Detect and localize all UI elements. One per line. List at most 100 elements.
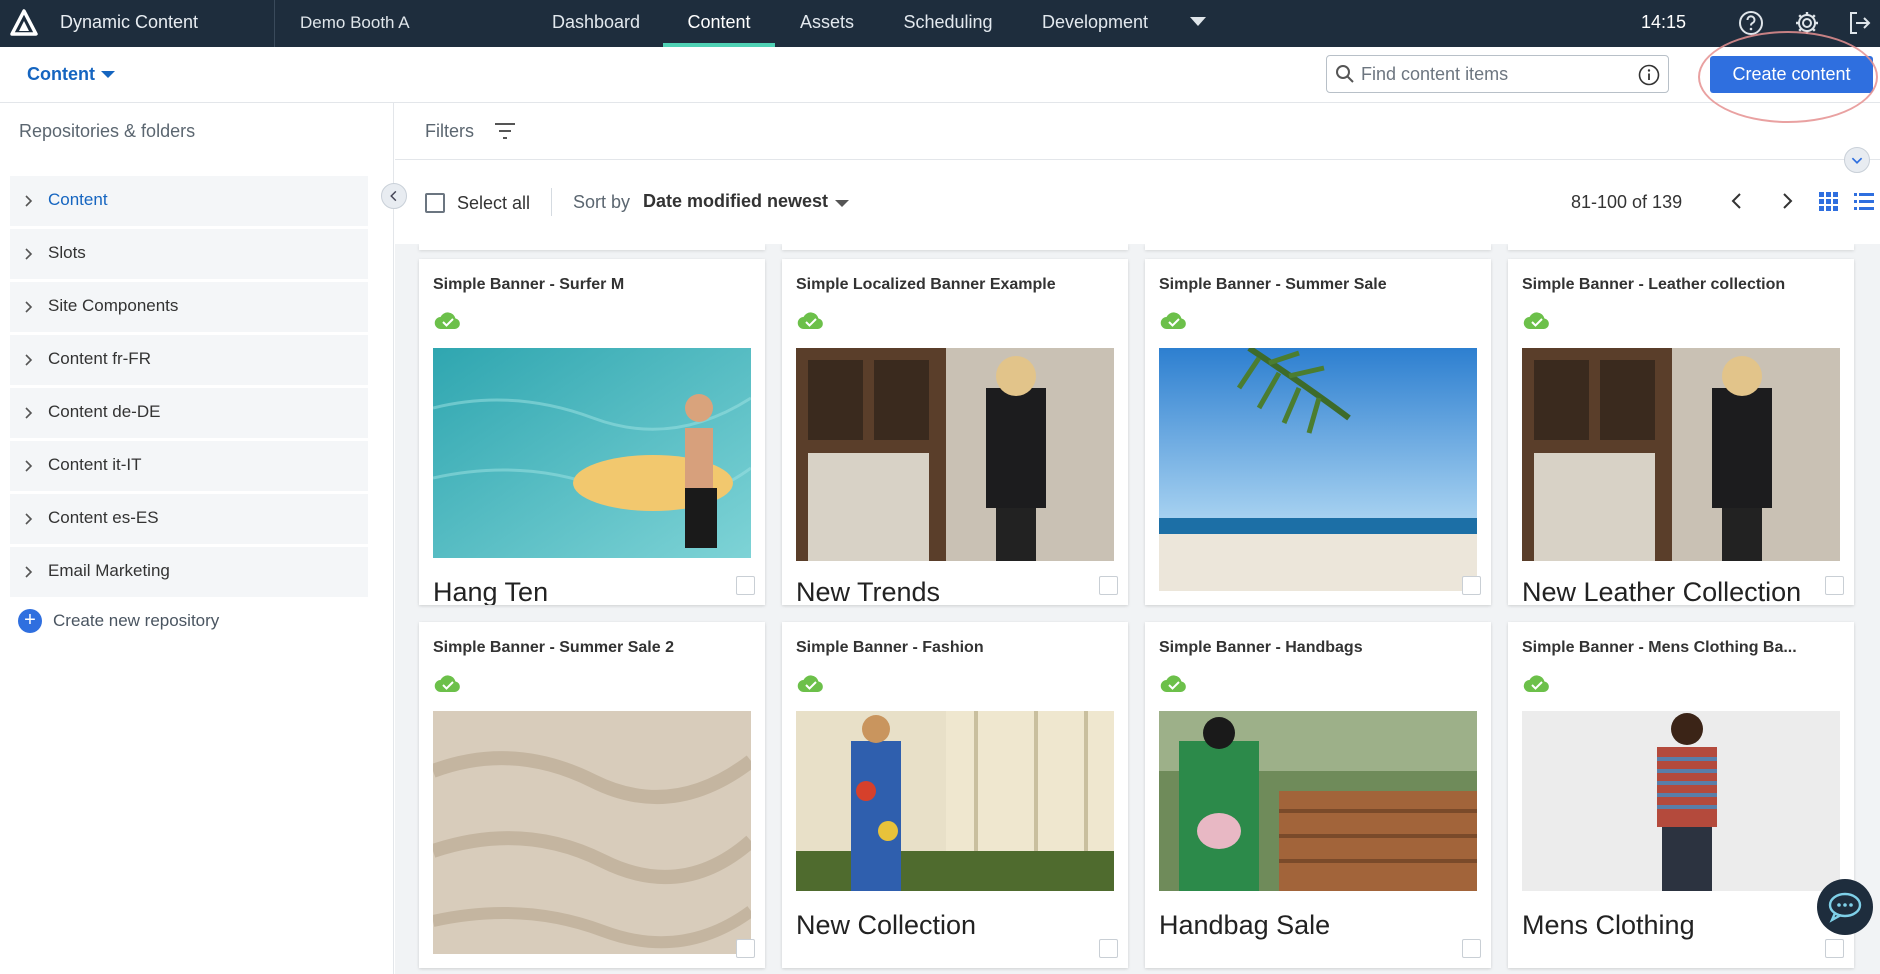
card-caption: Mens Clothing [1522,910,1695,940]
sidebar-item-label: Site Components [48,296,179,315]
content-card[interactable]: Simple Localized Banner Example New Tren… [782,259,1128,605]
info-icon[interactable] [1638,64,1660,86]
sort-dropdown[interactable]: Date modified newest [643,191,828,212]
published-cloud-icon [434,312,460,330]
card-title: Simple Banner - Leather collection [1522,276,1786,293]
card-select-checkbox[interactable] [1099,939,1118,958]
plus-icon: + [18,609,42,633]
card-caption: Hang Ten [433,577,549,605]
pagination-count: 81-100 of 139 [1571,192,1683,212]
sidebar-item-content-fr-fr[interactable]: Content fr-FR [10,335,368,385]
published-cloud-icon [434,675,460,693]
content-card[interactable]: Simple Banner - Summer Sale [1145,259,1491,605]
grid-view-icon[interactable] [1818,191,1838,211]
content-header-bar: Content Find content items Create conten… [0,47,1880,103]
card-caption: New Leather Collection [1522,577,1802,605]
tab-assets[interactable]: Assets [800,0,854,47]
sidebar-item-content[interactable]: Content [10,176,368,226]
nav-more-dropdown[interactable] [1190,17,1206,26]
chevron-right-icon [25,407,33,419]
chevron-right-icon [25,460,33,472]
sidebar-item-label: Content it-IT [48,455,142,474]
top-nav: Dynamic Content Demo Booth A Dashboard C… [0,0,1880,47]
leather-collection-image [1522,348,1840,561]
content-card[interactable]: Simple Banner - Surfer M Hang Ten [419,259,765,605]
sidebar-item-slots[interactable]: Slots [10,229,368,279]
filters-label[interactable]: Filters [425,121,474,142]
filter-icon[interactable] [493,121,517,141]
card-caption: Handbag Sale [1159,910,1331,940]
tab-dashboard[interactable]: Dashboard [552,0,640,47]
sidebar-item-label: Content de-DE [48,402,161,421]
tab-content[interactable]: Content [663,0,775,47]
sidebar-item-content-es-es[interactable]: Content es-ES [10,494,368,544]
next-page-chevron-right-icon[interactable] [1776,190,1798,212]
tab-development[interactable]: Development [1040,0,1150,47]
card-title: Simple Banner - Handbags [1159,639,1363,656]
published-cloud-icon [1523,312,1549,330]
content-context-menu[interactable]: Content [27,64,95,85]
content-grid: Simple Banner - Surfer M Hang Ten Simple… [395,244,1880,974]
card-select-checkbox[interactable] [1825,939,1844,958]
results-toolbar: Select all Sort by Date modified newest … [395,160,1880,244]
logout-icon[interactable] [1845,9,1873,37]
chevron-down-icon[interactable] [101,71,115,78]
content-card[interactable]: Simple Banner - Leather collection New L… [1508,259,1854,605]
hub-selector[interactable]: Demo Booth A [300,0,410,45]
card-title: Simple Banner - Mens Clothing Ba... [1522,639,1797,656]
sidebar-item-label: Content fr-FR [48,349,151,368]
search-placeholder: Find content items [1361,64,1509,84]
app-title: Dynamic Content [60,12,199,32]
published-cloud-icon [1160,675,1186,693]
toolbar-divider [551,188,552,216]
nav-divider [274,0,275,47]
card-select-checkbox[interactable] [736,576,755,595]
published-cloud-icon [797,312,823,330]
create-new-repository-label: Create new repository [53,611,220,630]
published-cloud-icon [797,675,823,693]
sidebar-item-label: Email Marketing [48,561,170,580]
filters-bar: Filters [395,103,1880,160]
amplience-logo-icon[interactable] [10,9,38,37]
sidebar-item-label: Slots [48,243,86,262]
beach-palm-image [1159,348,1477,591]
card-caption: New Collection [796,910,977,940]
card-select-checkbox[interactable] [1462,576,1481,595]
card-stub [1145,244,1491,250]
content-card[interactable]: Simple Banner - Fashion New Collection [782,622,1128,968]
sidebar-item-email-marketing[interactable]: Email Marketing [10,547,368,597]
card-title: Simple Banner - Fashion [796,639,984,656]
card-caption: New Trends [796,577,941,605]
card-select-checkbox[interactable] [1825,576,1844,595]
search-input[interactable]: Find content items [1326,55,1669,93]
content-card[interactable]: Simple Banner - Mens Clothing Ba... Mens… [1508,622,1854,968]
card-title: Simple Banner - Summer Sale 2 [433,639,674,656]
previous-page-chevron-left-icon[interactable] [1726,190,1748,212]
fashion-model-image [796,348,1114,561]
list-view-icon[interactable] [1854,191,1874,211]
content-card[interactable]: Simple Banner - Handbags Handbag Sale [1145,622,1491,968]
content-card[interactable]: Simple Banner - Summer Sale 2 [419,622,765,968]
chevron-down-icon[interactable] [835,200,849,207]
card-title: Simple Localized Banner Example [796,276,1056,293]
clock: 14:15 [1641,12,1687,32]
chevron-right-icon [25,513,33,525]
card-select-checkbox[interactable] [736,939,755,958]
sidebar-item-content-it-it[interactable]: Content it-IT [10,441,368,491]
tab-scheduling[interactable]: Scheduling [902,0,994,47]
select-all-label[interactable]: Select all [457,193,530,214]
card-select-checkbox[interactable] [1099,576,1118,595]
sidebar-item-label: Content [48,190,108,209]
select-all-checkbox[interactable] [425,193,445,213]
sidebar-item-site-components[interactable]: Site Components [10,282,368,332]
search-icon [1336,65,1354,83]
card-select-checkbox[interactable] [1462,939,1481,958]
published-cloud-icon [1523,675,1549,693]
surfer-banner-image [433,348,751,558]
repositories-sidebar: Repositories & folders Content Slots Sit… [0,103,394,974]
sidebar-item-content-de-de[interactable]: Content de-DE [10,388,368,438]
card-stub [419,244,765,250]
chat-support-icon[interactable] [1817,879,1873,935]
sidebar-item-label: Content es-ES [48,508,159,527]
chevron-right-icon [25,354,33,366]
